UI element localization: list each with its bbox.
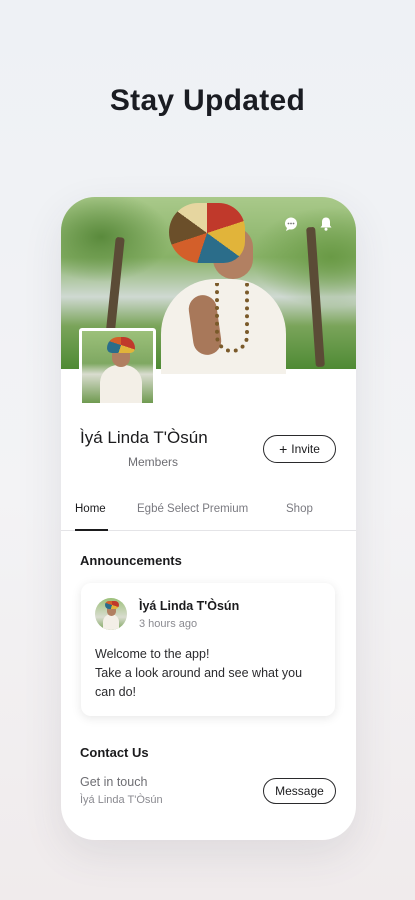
invite-button[interactable]: + Invite	[263, 435, 336, 463]
page-headline: Stay Updated	[109, 84, 306, 117]
announcements-title: Announcements	[80, 553, 182, 568]
profile-role: Members	[128, 455, 179, 469]
message-button[interactable]: Message	[263, 778, 336, 804]
post-line: Take a look around and see what you	[95, 666, 303, 680]
profile-avatar	[79, 328, 156, 406]
invite-button-label: Invite	[291, 442, 320, 456]
profile-name: Ìyá Linda T'Òsún	[80, 428, 208, 447]
chat-bubble-icon[interactable]	[283, 216, 299, 232]
post-timestamp: 3 hours ago	[139, 618, 198, 630]
active-tab-indicator	[75, 529, 108, 531]
bell-icon[interactable]	[318, 216, 334, 232]
contact-title: Contact Us	[80, 745, 149, 760]
announcement-card[interactable]: Ìyá Linda T'Òsún 3 hours ago Welcome to …	[81, 583, 335, 716]
post-author: Ìyá Linda T'Òsún	[139, 599, 240, 613]
tab-shop[interactable]: Shop	[286, 503, 313, 515]
tab-bar: Home Egbé Select Premium Shop	[61, 491, 356, 531]
post-line: Welcome to the app!	[95, 647, 210, 661]
contact-name: Ìyá Linda T'Òsún	[80, 794, 163, 806]
post-author-avatar	[95, 598, 127, 630]
tab-home[interactable]: Home	[75, 503, 106, 515]
post-body: Welcome to the app! Take a look around a…	[95, 645, 325, 702]
plus-icon: +	[279, 441, 288, 457]
phone-frame: Ìyá Linda T'Òsún Members + Invite Home E…	[61, 197, 356, 840]
post-line: can do!	[95, 685, 137, 699]
tab-egbe-select-premium[interactable]: Egbé Select Premium	[137, 503, 248, 515]
contact-subtitle: Get in touch	[80, 775, 148, 789]
